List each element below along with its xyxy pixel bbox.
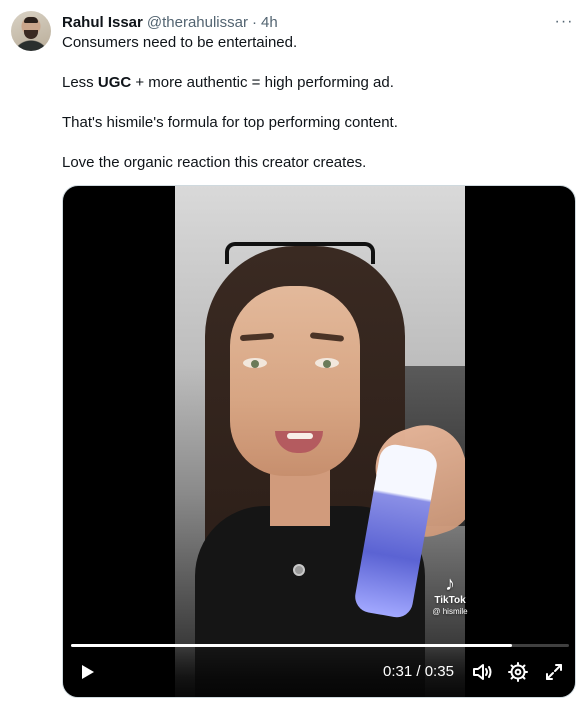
necklace-pendant: [293, 564, 305, 576]
tiktok-username: @ hismile: [432, 607, 468, 616]
creator-teeth: [287, 433, 313, 439]
tweet-line-2-suffix: + more authentic = high performing ad.: [131, 74, 394, 91]
right-eye: [315, 358, 339, 368]
tweet-line-2-bold: UGC: [97, 74, 132, 91]
fullscreen-button[interactable]: [540, 658, 568, 686]
author-handle[interactable]: @therahulissar: [147, 14, 248, 31]
tweet-line-1: Consumers need to be entertained.: [62, 34, 298, 51]
video-frame[interactable]: [175, 186, 465, 697]
right-iris: [323, 360, 331, 368]
video-time-readout: 0:31 / 0:35: [383, 663, 454, 680]
more-options-label: ···: [554, 13, 574, 30]
video-current-time: 0:31: [383, 663, 413, 680]
video-duration: 0:35: [424, 663, 454, 680]
tweet-time[interactable]: 4h: [261, 14, 278, 31]
tweet-line-4: Love the organic reaction this creator c…: [62, 154, 367, 171]
more-options-icon[interactable]: ···: [552, 11, 576, 33]
video-progress-fill: [71, 644, 513, 647]
volume-icon: [473, 664, 492, 680]
settings-gear-icon: [508, 662, 528, 682]
author-avatar[interactable]: [11, 11, 51, 51]
video-controls: 0:31 / 0:35: [63, 648, 575, 697]
play-button[interactable]: [73, 658, 101, 686]
video-time-separator: /: [412, 663, 425, 680]
video-progress-bar[interactable]: [71, 644, 569, 647]
video-player[interactable]: ♪ TikTok @ hismile 0:31 / 0:35: [62, 185, 576, 698]
header-separator: ·: [251, 13, 257, 31]
tiktok-brand: TikTok: [434, 595, 466, 606]
avatar-hair: [24, 17, 38, 23]
volume-button[interactable]: [469, 658, 497, 686]
tweet-line-2: Less UGC + more authentic = high perform…: [62, 73, 394, 93]
tiktok-logo-icon: ♪: [445, 573, 455, 595]
author-name[interactable]: Rahul Issar: [62, 14, 143, 31]
play-icon: [82, 665, 94, 679]
avatar-beard: [24, 30, 38, 39]
fullscreen-icon: [546, 664, 562, 680]
left-iris: [251, 360, 259, 368]
tiktok-watermark: ♪ TikTok @ hismile: [425, 574, 475, 618]
settings-button[interactable]: [504, 658, 532, 686]
tweet-header: Rahul Issar @therahulissar · 4h: [62, 12, 278, 32]
tweet-line-3: That's hismile's formula for top perform…: [62, 114, 398, 131]
left-eye: [243, 358, 267, 368]
tweet-card: Rahul Issar @therahulissar · 4h ··· Cons…: [0, 0, 586, 704]
tweet-line-2-prefix: Less: [62, 74, 98, 91]
sunglasses-graphic: [225, 242, 375, 264]
